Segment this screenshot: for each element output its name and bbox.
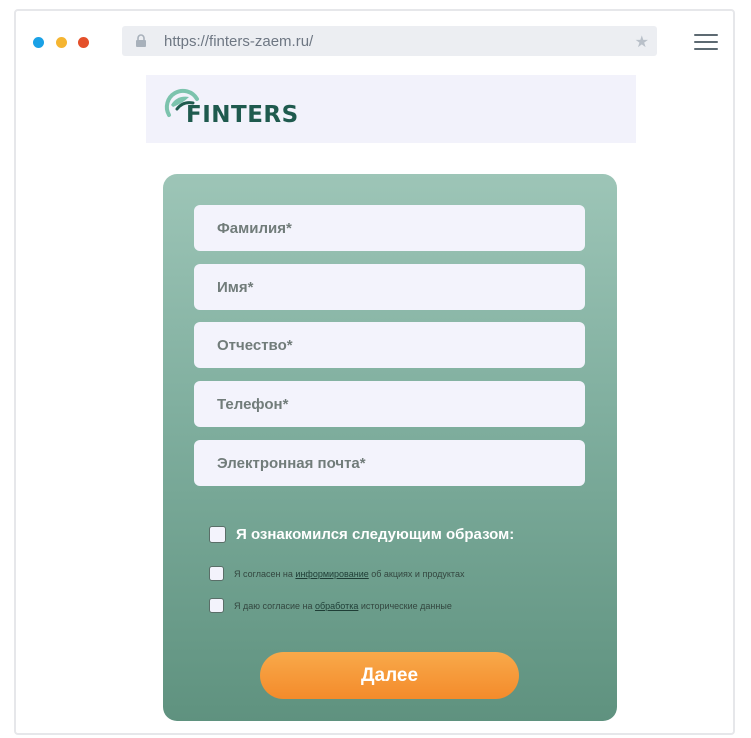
- consent-info-checkbox[interactable]: [209, 566, 224, 581]
- name-field[interactable]: [194, 264, 585, 310]
- patronymic-field[interactable]: [194, 322, 585, 368]
- url-text[interactable]: https://finters-zaem.ru/: [164, 33, 313, 50]
- consent-data-link[interactable]: обработка: [315, 601, 358, 611]
- consent-data-prefix: Я даю согласие на: [234, 600, 313, 611]
- lock-icon: [136, 34, 146, 47]
- patronymic-input[interactable]: [194, 322, 585, 368]
- name-input[interactable]: [194, 264, 585, 310]
- site-header: FINTERS: [146, 75, 636, 143]
- consent-main-checkbox[interactable]: [209, 526, 226, 543]
- email-input[interactable]: [194, 440, 585, 486]
- window-dot-yellow[interactable]: [56, 37, 67, 48]
- address-bar[interactable]: https://finters-zaem.ru/ ★: [122, 26, 657, 56]
- email-field[interactable]: [194, 440, 585, 486]
- consent-data-suffix: исторические данные: [360, 600, 452, 611]
- surname-field[interactable]: [194, 205, 585, 251]
- hamburger-menu-icon[interactable]: [694, 34, 718, 50]
- consent-info: Я согласен на информирование об акциях и…: [209, 566, 464, 581]
- application-form: Я ознакомился следующим образом: Я согла…: [163, 174, 617, 721]
- surname-input[interactable]: [194, 205, 585, 251]
- window-dot-red[interactable]: [78, 37, 89, 48]
- consent-info-link[interactable]: информирование: [295, 569, 368, 579]
- consent-main: Я ознакомился следующим образом:: [209, 526, 514, 543]
- phone-field[interactable]: [194, 381, 585, 427]
- next-button[interactable]: Далее: [260, 652, 519, 699]
- logo-text: FINTERS: [186, 102, 299, 128]
- consent-data-text: Я даю согласие на обработка исторические…: [234, 601, 452, 611]
- phone-input[interactable]: [194, 381, 585, 427]
- consent-data: Я даю согласие на обработка исторические…: [209, 598, 452, 613]
- star-icon[interactable]: ★: [635, 32, 649, 52]
- window-dot-blue[interactable]: [33, 37, 44, 48]
- browser-window: https://finters-zaem.ru/ ★ FINTERS Фамил…: [14, 9, 735, 735]
- consent-data-checkbox[interactable]: [209, 598, 224, 613]
- consent-main-label: Я ознакомился следующим образом:: [236, 526, 515, 543]
- consent-info-text: Я согласен на информирование об акциях и…: [234, 569, 464, 579]
- consent-info-suffix: об акциях и продуктах: [371, 568, 465, 579]
- consent-info-prefix: Я согласен на: [234, 568, 293, 579]
